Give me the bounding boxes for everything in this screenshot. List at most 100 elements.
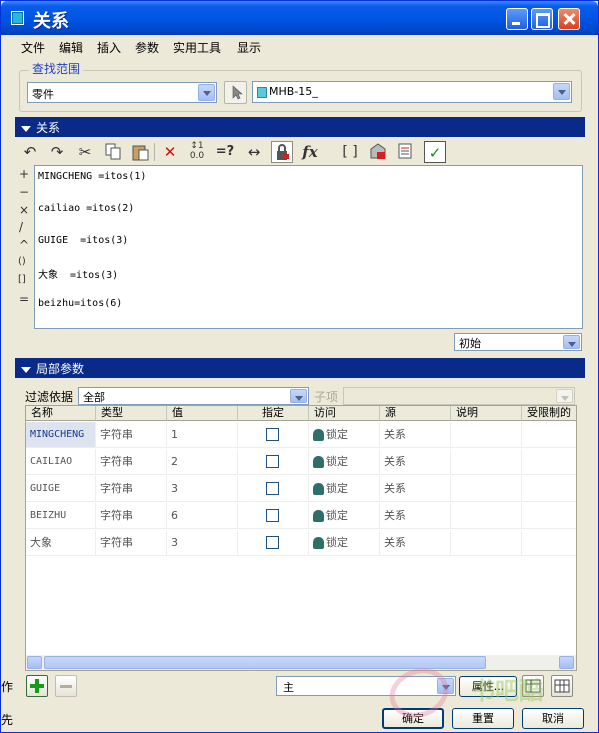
function-icon[interactable]: fx — [299, 141, 321, 163]
cell-access[interactable]: 锁定 — [309, 503, 380, 529]
evaluate-icon[interactable]: =? — [214, 141, 236, 163]
op-brackets[interactable]: [] — [18, 274, 26, 285]
cancel-button[interactable]: 取消 — [522, 708, 584, 729]
op-minus[interactable]: − — [19, 185, 29, 199]
menu-file[interactable]: 文件 — [17, 39, 49, 56]
cell-name[interactable]: CAILIAO — [26, 449, 96, 475]
export-table-button[interactable] — [551, 675, 573, 697]
close-button[interactable] — [558, 8, 580, 30]
cell-description[interactable] — [451, 422, 522, 448]
table-list-icon[interactable] — [395, 141, 417, 163]
undo-icon[interactable]: ↶ — [19, 141, 41, 163]
cell-type[interactable]: 字符串 — [96, 476, 167, 502]
redo-icon[interactable]: ↷ — [46, 141, 68, 163]
cell-description[interactable] — [451, 503, 522, 529]
copy-icon[interactable] — [102, 141, 124, 163]
title-bar[interactable]: 关系 — [1, 1, 598, 35]
scope-type-select[interactable]: 零件 — [27, 82, 217, 103]
chevron-down-icon[interactable] — [563, 335, 580, 349]
cell-access[interactable]: 锁定 — [309, 449, 380, 475]
cell-restricted[interactable] — [522, 530, 576, 556]
cell-name[interactable]: BEIZHU — [26, 503, 96, 529]
cell-value[interactable]: 1 — [167, 422, 238, 448]
local-params-section-header[interactable]: 局部参数 — [15, 358, 585, 378]
col-header-value[interactable]: 值 — [167, 406, 238, 421]
op-plus[interactable]: + — [19, 167, 29, 181]
cell-description[interactable] — [451, 530, 522, 556]
cut-icon[interactable]: ✂ — [74, 141, 96, 163]
scroll-left-arrow-icon[interactable] — [27, 656, 42, 669]
model-select[interactable]: MHB-15_ — [252, 81, 572, 103]
remove-param-button[interactable] — [55, 675, 77, 697]
cell-value[interactable]: 3 — [167, 530, 238, 556]
op-parens[interactable]: () — [18, 256, 26, 267]
state-select[interactable]: 初始 — [454, 333, 582, 351]
cell-access[interactable]: 锁定 — [309, 530, 380, 556]
cell-name[interactable]: MINGCHENG — [26, 422, 96, 448]
menu-insert[interactable]: 插入 — [93, 39, 125, 56]
designate-checkbox[interactable] — [266, 536, 279, 549]
cell-name[interactable]: 大象 — [26, 530, 96, 556]
designate-checkbox[interactable] — [266, 428, 279, 441]
lock-units-icon[interactable] — [271, 141, 293, 163]
cell-access[interactable]: 锁定 — [309, 476, 380, 502]
cell-value[interactable]: 6 — [167, 503, 238, 529]
col-header-description[interactable]: 说明 — [451, 406, 522, 421]
pick-button[interactable] — [224, 81, 247, 104]
cell-type[interactable]: 字符串 — [96, 530, 167, 556]
designate-checkbox[interactable] — [266, 509, 279, 522]
minimize-button[interactable] — [506, 8, 528, 30]
cell-type[interactable]: 字符串 — [96, 503, 167, 529]
cell-name[interactable]: GUIGE — [26, 476, 96, 502]
col-header-type[interactable]: 类型 — [96, 406, 167, 421]
brackets-icon[interactable]: [ ] — [339, 141, 361, 163]
cell-source[interactable]: 关系 — [380, 530, 451, 556]
horizontal-scrollbar[interactable] — [26, 655, 576, 670]
scroll-thumb[interactable] — [44, 656, 486, 669]
menu-params[interactable]: 参数 — [131, 39, 163, 56]
op-divide[interactable]: / — [19, 220, 23, 234]
designate-checkbox[interactable] — [266, 455, 279, 468]
menu-edit[interactable]: 编辑 — [55, 39, 87, 56]
add-param-button[interactable] — [26, 675, 48, 697]
reset-button[interactable]: 重置 — [452, 708, 514, 729]
cell-description[interactable] — [451, 476, 522, 502]
op-power[interactable]: ^ — [19, 238, 29, 252]
maximize-button[interactable] — [531, 8, 553, 30]
designate-checkbox[interactable] — [266, 482, 279, 495]
chevron-down-icon[interactable] — [198, 84, 215, 101]
cell-value[interactable]: 2 — [167, 449, 238, 475]
op-equals[interactable]: = — [19, 292, 29, 306]
check-icon[interactable]: ✓ — [424, 141, 446, 163]
verify-lock-icon[interactable] — [367, 141, 389, 163]
col-header-access[interactable]: 访问 — [309, 406, 380, 421]
col-header-name[interactable]: 名称 — [26, 406, 96, 421]
menu-utilities[interactable]: 实用工具 — [169, 39, 225, 56]
op-multiply[interactable]: × — [19, 203, 29, 217]
cell-restricted[interactable] — [522, 449, 576, 475]
cell-restricted[interactable] — [522, 503, 576, 529]
scroll-right-arrow-icon[interactable] — [559, 656, 574, 669]
cell-value[interactable]: 3 — [167, 476, 238, 502]
chevron-down-icon[interactable] — [290, 389, 307, 403]
delete-icon[interactable]: ✕ — [159, 141, 181, 163]
relations-section-header[interactable]: 关系 — [15, 117, 585, 137]
cell-description[interactable] — [451, 449, 522, 475]
chevron-down-icon[interactable] — [553, 83, 570, 100]
col-header-restricted[interactable]: 受限制的 — [522, 406, 576, 421]
col-header-source[interactable]: 源 — [380, 406, 451, 421]
cell-restricted[interactable] — [522, 476, 576, 502]
dimension-icon[interactable]: ↔ — [243, 141, 265, 163]
relations-editor[interactable]: MINGCHENG =itos(1) cailiao =itos(2) GUIG… — [34, 165, 583, 329]
filter-select[interactable]: 全部 — [78, 387, 309, 405]
cell-type[interactable]: 字符串 — [96, 449, 167, 475]
cell-source[interactable]: 关系 — [380, 476, 451, 502]
sort-relations-icon[interactable]: ↕1 0.0 — [186, 141, 208, 163]
cell-access[interactable]: 锁定 — [309, 422, 380, 448]
menu-display[interactable]: 显示 — [233, 39, 265, 56]
col-header-designate[interactable]: 指定 — [238, 406, 309, 421]
cell-source[interactable]: 关系 — [380, 422, 451, 448]
cell-restricted[interactable] — [522, 422, 576, 448]
paste-icon[interactable] — [130, 141, 152, 163]
cell-type[interactable]: 字符串 — [96, 422, 167, 448]
